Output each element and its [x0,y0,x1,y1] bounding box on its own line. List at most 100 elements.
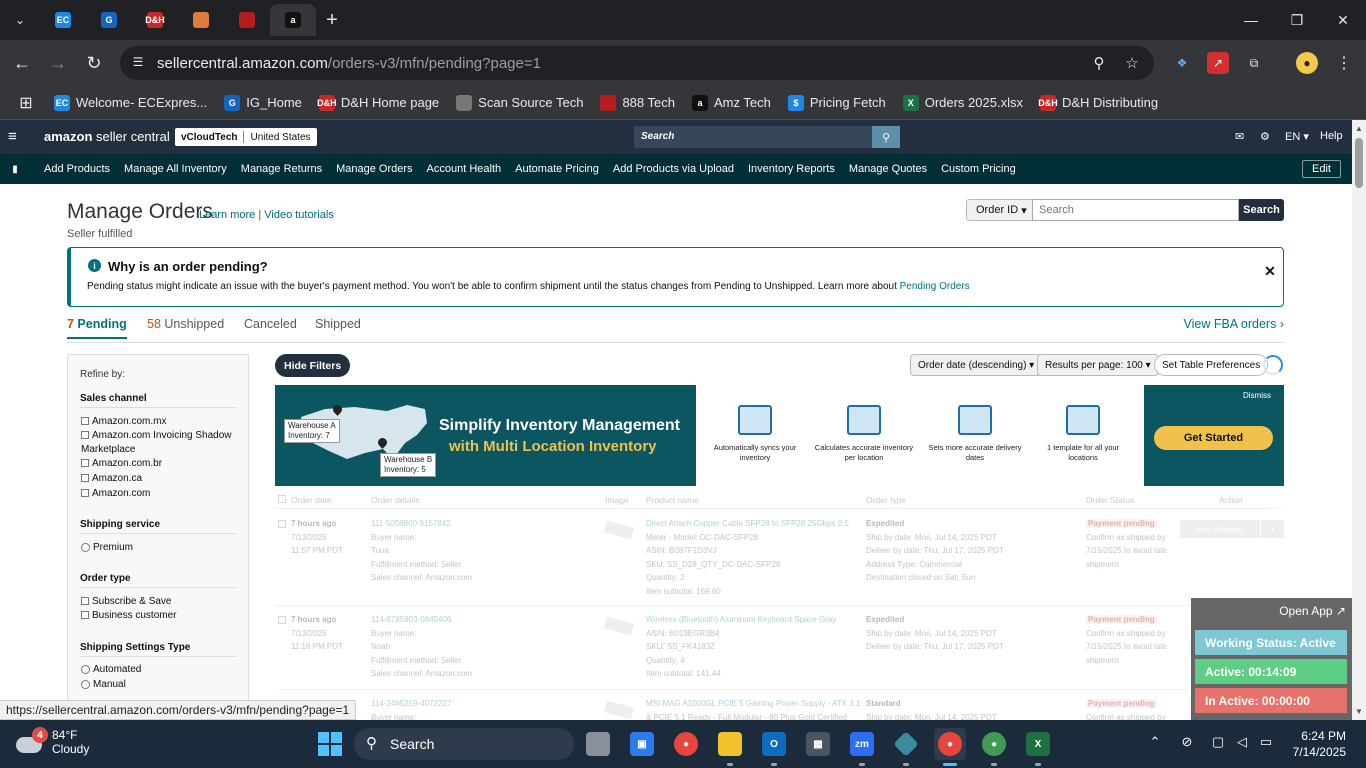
help-link[interactable]: Help [1320,130,1343,142]
zoom-app-icon[interactable]: zm [846,728,878,760]
shipping-service-option[interactable]: Premium [81,541,241,555]
hamburger-menu-icon[interactable]: ≡ [8,128,24,146]
search-type-select[interactable]: Order ID ▾ [966,199,1037,221]
bookmark-item[interactable]: $ Pricing Fetch [787,94,886,111]
profile-avatar-icon[interactable]: ● [1296,52,1318,74]
site-info-icon[interactable]: ☰ [130,55,146,71]
buy-shipping-button[interactable]: Buy shipping [1180,520,1260,538]
seller-central-logo[interactable]: amazon seller central [44,129,170,144]
nav-item[interactable]: Automate Pricing [515,163,599,175]
order-search-input[interactable] [1032,199,1239,221]
new-tab-icon[interactable]: + [316,4,348,36]
camera-off-icon[interactable]: ⊘ [1177,734,1197,750]
radio-icon[interactable] [81,679,90,689]
bookmark-pin-icon[interactable]: ▮ [0,164,30,175]
radio-icon[interactable] [81,542,90,552]
gear-icon[interactable]: ⚙ [1260,130,1270,143]
scroll-down-icon[interactable]: ▼ [1355,707,1363,716]
chevron-down-icon[interactable]: ▾ [1261,520,1284,538]
file-explorer-icon[interactable] [714,728,746,760]
language-select[interactable]: EN ▾ [1285,130,1309,143]
order-type-option[interactable]: Subscribe & Save [81,595,241,609]
bookmark-item[interactable]: D&H D&H Distributing [1038,94,1158,111]
browser-tab[interactable]: EC [40,4,86,36]
view-fba-orders-link[interactable]: View FBA orders › [1183,317,1284,331]
app-diamond-icon[interactable] [890,728,922,760]
close-window-icon[interactable]: ✕ [1320,0,1366,40]
browser-tab[interactable] [224,4,270,36]
nav-item[interactable]: Custom Pricing [941,163,1016,175]
nav-item[interactable]: Manage Returns [241,163,322,175]
column-header[interactable]: Order details [371,495,420,505]
excel-icon[interactable]: X [1022,728,1054,760]
sales-channel-option[interactable]: Amazon.ca [81,472,241,486]
nav-item[interactable]: Add Products [44,163,110,175]
checkbox-icon[interactable] [81,431,89,440]
order-search-button[interactable]: Search [1239,199,1284,221]
chrome-profile-icon[interactable]: ● [978,728,1010,760]
tab-pending[interactable]: 7 Pending [67,317,127,339]
row-checkbox[interactable] [278,520,286,528]
checkbox-icon[interactable] [81,489,89,498]
column-header[interactable]: Product name [646,495,699,505]
chevron-up-icon[interactable]: ⌃ [1145,734,1165,750]
column-header[interactable]: Order Status [1086,495,1134,505]
bookmark-star-icon[interactable]: ☆ [1123,54,1141,72]
sales-channel-option[interactable]: Amazon.com.br [81,457,241,471]
checkbox-icon[interactable] [81,459,89,468]
display-icon[interactable]: ▢ [1208,734,1228,750]
bookmark-item[interactable]: Scan Source Tech [456,94,583,111]
radio-icon[interactable] [81,664,90,674]
windows-start-icon[interactable] [318,732,342,756]
browser-tab[interactable]: D&H [132,4,178,36]
checkbox-icon[interactable] [81,474,89,483]
hide-filters-button[interactable]: Hide Filters [275,354,351,377]
reload-icon[interactable]: ↻ [81,50,107,76]
battery-icon[interactable]: ▭ [1256,734,1276,750]
bookmark-item[interactable]: 888 Tech [600,94,675,111]
scroll-up-icon[interactable]: ▲ [1355,124,1363,133]
learn-more-link[interactable]: Learn more [199,209,255,221]
store-icon[interactable]: ▣ [626,728,658,760]
shipping-settings-option[interactable]: Manual [81,678,241,692]
minimize-icon[interactable]: — [1228,0,1274,40]
tab-search-icon[interactable]: ⌄ [8,8,32,32]
zoom-icon[interactable]: ⚲ [1090,54,1108,72]
apps-grid-icon[interactable]: ⊞ [14,91,38,115]
tab-canceled[interactable]: Canceled [244,317,297,331]
tab-shipped[interactable]: Shipped [315,317,361,331]
nav-item[interactable]: Account Health [427,163,502,175]
outlook-icon[interactable]: O [758,728,790,760]
chrome-active-icon[interactable]: ● [934,728,966,760]
nav-item[interactable]: Inventory Reports [748,163,835,175]
maximize-icon[interactable]: ❐ [1274,0,1320,40]
sort-select[interactable]: Order date (descending) ▾ [910,354,1043,376]
table-preferences-button[interactable]: Set Table Preferences [1154,354,1269,376]
tab-unshipped[interactable]: 58 Unshipped [147,317,224,331]
bookmark-item[interactable]: D&H D&H Home page [317,94,439,111]
get-started-button[interactable]: Get Started [1154,426,1273,450]
shipping-settings-option[interactable]: Automated [81,663,241,677]
browser-tab[interactable]: a [270,4,316,36]
select-all-checkbox[interactable] [278,495,286,503]
volume-icon[interactable]: ◁ [1232,734,1252,750]
system-clock[interactable]: 6:24 PM 7/14/2025 [1284,728,1346,760]
pending-orders-link[interactable]: Pending Orders [900,281,970,292]
column-header[interactable]: Order type [866,495,906,505]
browser-tab[interactable] [178,4,224,36]
dismiss-banner-link[interactable]: Dismiss [1243,391,1271,400]
browser-tab[interactable]: G [86,4,132,36]
bookmark-item[interactable]: a Amz Tech [691,94,771,111]
edit-nav-button[interactable]: Edit [1302,160,1341,178]
sales-channel-option[interactable]: Amazon.com Invoicing Shadow Marketplace [81,429,241,457]
nav-item[interactable]: Manage All Inventory [124,163,227,175]
nav-item[interactable]: Manage Orders [336,163,412,175]
browser-menu-icon[interactable]: ⋮ [1333,52,1355,74]
results-per-page-select[interactable]: Results per page: 100 ▾ [1037,354,1159,376]
scrollbar-thumb[interactable] [1355,138,1363,188]
bookmark-item[interactable]: X Orders 2025.xlsx [902,94,1023,111]
address-bar[interactable]: ☰ sellercentral.amazon.com/orders-v3/mfn… [120,46,1154,80]
column-header[interactable]: Order date [291,495,332,505]
sales-channel-option[interactable]: Amazon.com.mx [81,415,241,429]
video-tutorials-link[interactable]: Video tutorials [264,209,334,221]
